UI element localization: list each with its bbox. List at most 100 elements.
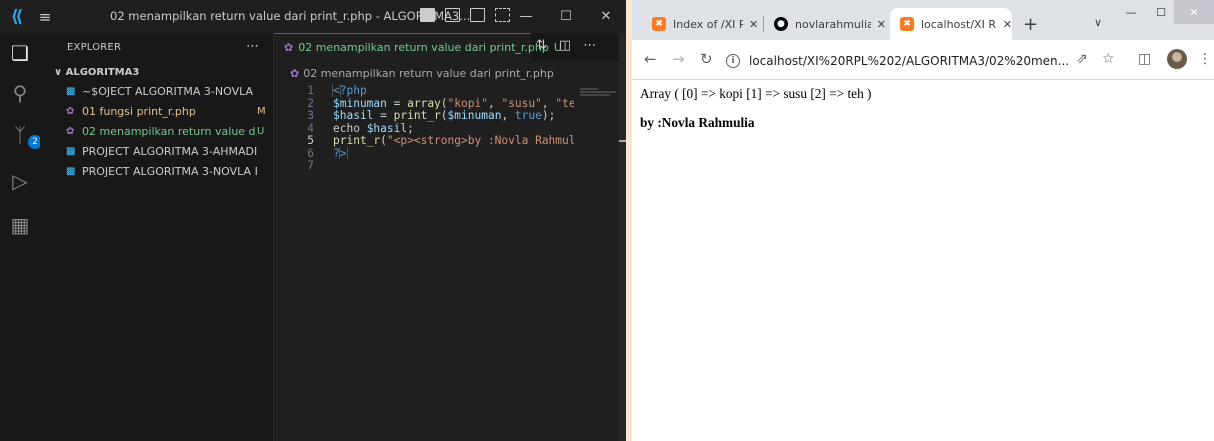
minimize-icon[interactable]: — — [506, 0, 546, 33]
extensions-icon[interactable]: ▦ — [8, 213, 32, 237]
line-number: 7 — [307, 159, 314, 172]
folder-root[interactable]: ∨ ALGORITMA3 — [54, 67, 139, 78]
workspace-file-icon: ▩ — [66, 165, 76, 177]
line-content: $minuman = array("kopi", "susu", "te — [333, 96, 574, 110]
line-number: 1 — [307, 84, 314, 97]
line-content: ?> — [333, 146, 348, 159]
tab-title: novlarahmulia — [794, 17, 871, 31]
code-line: 1 <?php — [274, 84, 574, 97]
close-tab-icon[interactable]: ✕ — [749, 18, 758, 31]
vscode-window: ⟪ ≡ 02 menampilkan return value dari pri… — [0, 0, 626, 441]
editor-actions: ⇅ ◫ ⋯ — [536, 38, 596, 53]
run-debug-icon[interactable]: ▷ — [8, 169, 32, 193]
file-item[interactable]: ✿ 01 fungsi print_r.php M — [66, 101, 271, 121]
file-name: ~$OJECT ALGORITMA 3-NOVLA RA... — [82, 84, 257, 98]
php-file-icon: ✿ — [284, 41, 294, 54]
line-number: 4 — [307, 121, 314, 135]
browser-tab[interactable]: ✖ Index of /XI RP ✕ — [642, 8, 760, 40]
toggle-secondary-sidebar-icon[interactable] — [470, 8, 485, 22]
code-line: 2 $minuman = array("kopi", "susu", "te — [274, 97, 574, 110]
code-line: 6 ?> — [274, 146, 574, 160]
minimap-line — [580, 94, 610, 96]
close-tab-icon[interactable]: ✕ — [1003, 18, 1012, 31]
line-content: echo $hasil; — [333, 121, 414, 135]
line-number: 3 — [307, 109, 314, 122]
workspace-file-icon: ▩ — [66, 85, 76, 97]
maximize-icon[interactable]: ☐ — [546, 0, 586, 33]
github-favicon-icon: ● — [774, 17, 788, 31]
tab-search-chevron-icon[interactable]: ∨ — [1094, 16, 1102, 29]
new-tab-icon[interactable]: + — [1023, 14, 1038, 35]
tab-label: 02 menampilkan return value dari print_r… — [298, 41, 549, 54]
toggle-primary-sidebar-icon[interactable] — [420, 8, 435, 22]
browser-tab-strip: ✖ Index of /XI RP ✕ ● novlarahmulia ✕ ✖ … — [632, 0, 1214, 40]
php-file-icon: ✿ — [290, 67, 300, 80]
open-changes-icon[interactable]: ⇅ — [536, 38, 547, 53]
side-panel-icon[interactable]: ◫ — [1138, 51, 1151, 67]
close-tab-icon[interactable]: ✕ — [877, 18, 886, 31]
print-r-output: Array ( [0] => kopi [1] => susu [2] => t… — [640, 86, 872, 101]
code-line: 5 print_r("<p><strong>by :Novla Rahmul — [274, 134, 574, 147]
author-line: by :Novla Rahmulia — [640, 115, 755, 130]
browser-tab[interactable]: ● novlarahmulia ✕ — [764, 8, 886, 40]
explorer-header: EXPLORER — [67, 42, 122, 53]
profile-avatar[interactable] — [1167, 49, 1187, 69]
file-item[interactable]: ▩ ~$OJECT ALGORITMA 3-NOVLA RA... — [66, 81, 271, 101]
search-icon[interactable]: ⚲ — [8, 81, 32, 105]
workspace-file-icon: ▩ — [66, 145, 76, 157]
file-status: M — [257, 105, 266, 117]
tab-title: localhost/XI RP — [920, 17, 997, 31]
activity-bar: ❏ ⚲ ᛉ 2 ▷ ▦ — [0, 33, 42, 441]
explorer-sidebar: EXPLORER ⋯ ∨ ALGORITMA3 ▩ ~$OJECT ALGORI… — [40, 33, 274, 441]
line-content: <?php — [332, 84, 367, 97]
code-lines[interactable]: 1 <?php 2 $minuman = array("kopi", "susu",… — [274, 84, 574, 172]
minimize-icon[interactable]: — — [1116, 0, 1146, 24]
line-number: 6 — [307, 146, 314, 160]
back-arrow-icon[interactable]: ← — [644, 50, 657, 68]
file-item[interactable]: ▩ PROJECT ALGORITMA 3-NOVLA RA... — [66, 161, 271, 181]
breadcrumb[interactable]: ✿ 02 menampilkan return value dari print_… — [290, 67, 554, 80]
editor-scrollbar[interactable] — [619, 33, 626, 441]
close-icon[interactable]: ✕ — [1174, 0, 1214, 24]
address-bar[interactable]: i localhost/XI%20RPL%202/ALGORITMA3/02%2… — [726, 48, 1086, 74]
file-item[interactable]: ✿ 02 menampilkan return value d... U — [66, 121, 271, 141]
bookmark-star-icon[interactable]: ☆ — [1102, 51, 1115, 67]
vscode-window-controls: — ☐ ✕ — [506, 0, 626, 33]
php-file-icon: ✿ — [66, 105, 75, 117]
split-editor-icon[interactable]: ◫ — [559, 38, 571, 53]
editor-tab[interactable]: ✿ 02 menampilkan return value dari print… — [274, 33, 562, 61]
share-icon[interactable]: ⇗ — [1076, 51, 1088, 67]
reload-icon[interactable]: ↻ — [700, 50, 713, 68]
minimap-line — [580, 88, 598, 90]
explorer-files-icon[interactable]: ❏ — [8, 41, 32, 65]
breadcrumb-file: 02 menampilkan return value dari print_r… — [303, 67, 554, 80]
file-name: PROJECT ALGORITMA 3-AHMADI M... — [82, 144, 257, 158]
toggle-panel-icon[interactable] — [445, 8, 460, 22]
site-info-icon[interactable]: i — [726, 54, 740, 68]
file-status: U — [257, 125, 265, 137]
minimap-line — [580, 91, 616, 93]
code-line: 4 echo $hasil; — [274, 122, 574, 135]
desktop: ⟪ ≡ 02 menampilkan return value dari pri… — [0, 0, 1214, 441]
browser-toolbar: ← → ↻ i localhost/XI%20RPL%202/ALGORITMA… — [632, 40, 1214, 80]
window-title: 02 menampilkan return value dari print_r… — [110, 9, 471, 23]
line-content: print_r("<p><strong>by :Novla Rahmul — [333, 134, 574, 147]
file-name: 02 menampilkan return value d... — [82, 124, 257, 138]
kebab-menu-icon[interactable]: ⋮ — [1198, 51, 1212, 67]
browser-tab-active[interactable]: ✖ localhost/XI RP ✕ — [890, 8, 1012, 40]
file-item[interactable]: ▩ PROJECT ALGORITMA 3-AHMADI M... — [66, 141, 271, 161]
tab-title: Index of /XI RP — [673, 17, 743, 31]
source-control-icon[interactable]: ᛉ 2 — [8, 123, 42, 149]
page-content: Array ( [0] => kopi [1] => susu [2] => t… — [632, 81, 1214, 441]
more-actions-icon[interactable]: ⋯ — [246, 39, 259, 54]
maximize-icon[interactable]: ☐ — [1146, 0, 1176, 24]
code-line: 3 $hasil = print_r($minuman, true); — [274, 109, 574, 122]
close-icon[interactable]: ✕ — [586, 0, 626, 33]
vscode-title-bar: ⟪ ≡ 02 menampilkan return value dari pri… — [0, 0, 626, 33]
more-actions-icon[interactable]: ⋯ — [583, 38, 596, 53]
forward-arrow-icon[interactable]: → — [672, 50, 685, 68]
php-file-icon: ✿ — [66, 125, 75, 137]
line-number: 2 — [307, 96, 314, 110]
hamburger-menu-icon[interactable]: ≡ — [34, 8, 56, 26]
editor-tab-bar: ✿ 02 menampilkan return value dari print… — [274, 33, 626, 61]
